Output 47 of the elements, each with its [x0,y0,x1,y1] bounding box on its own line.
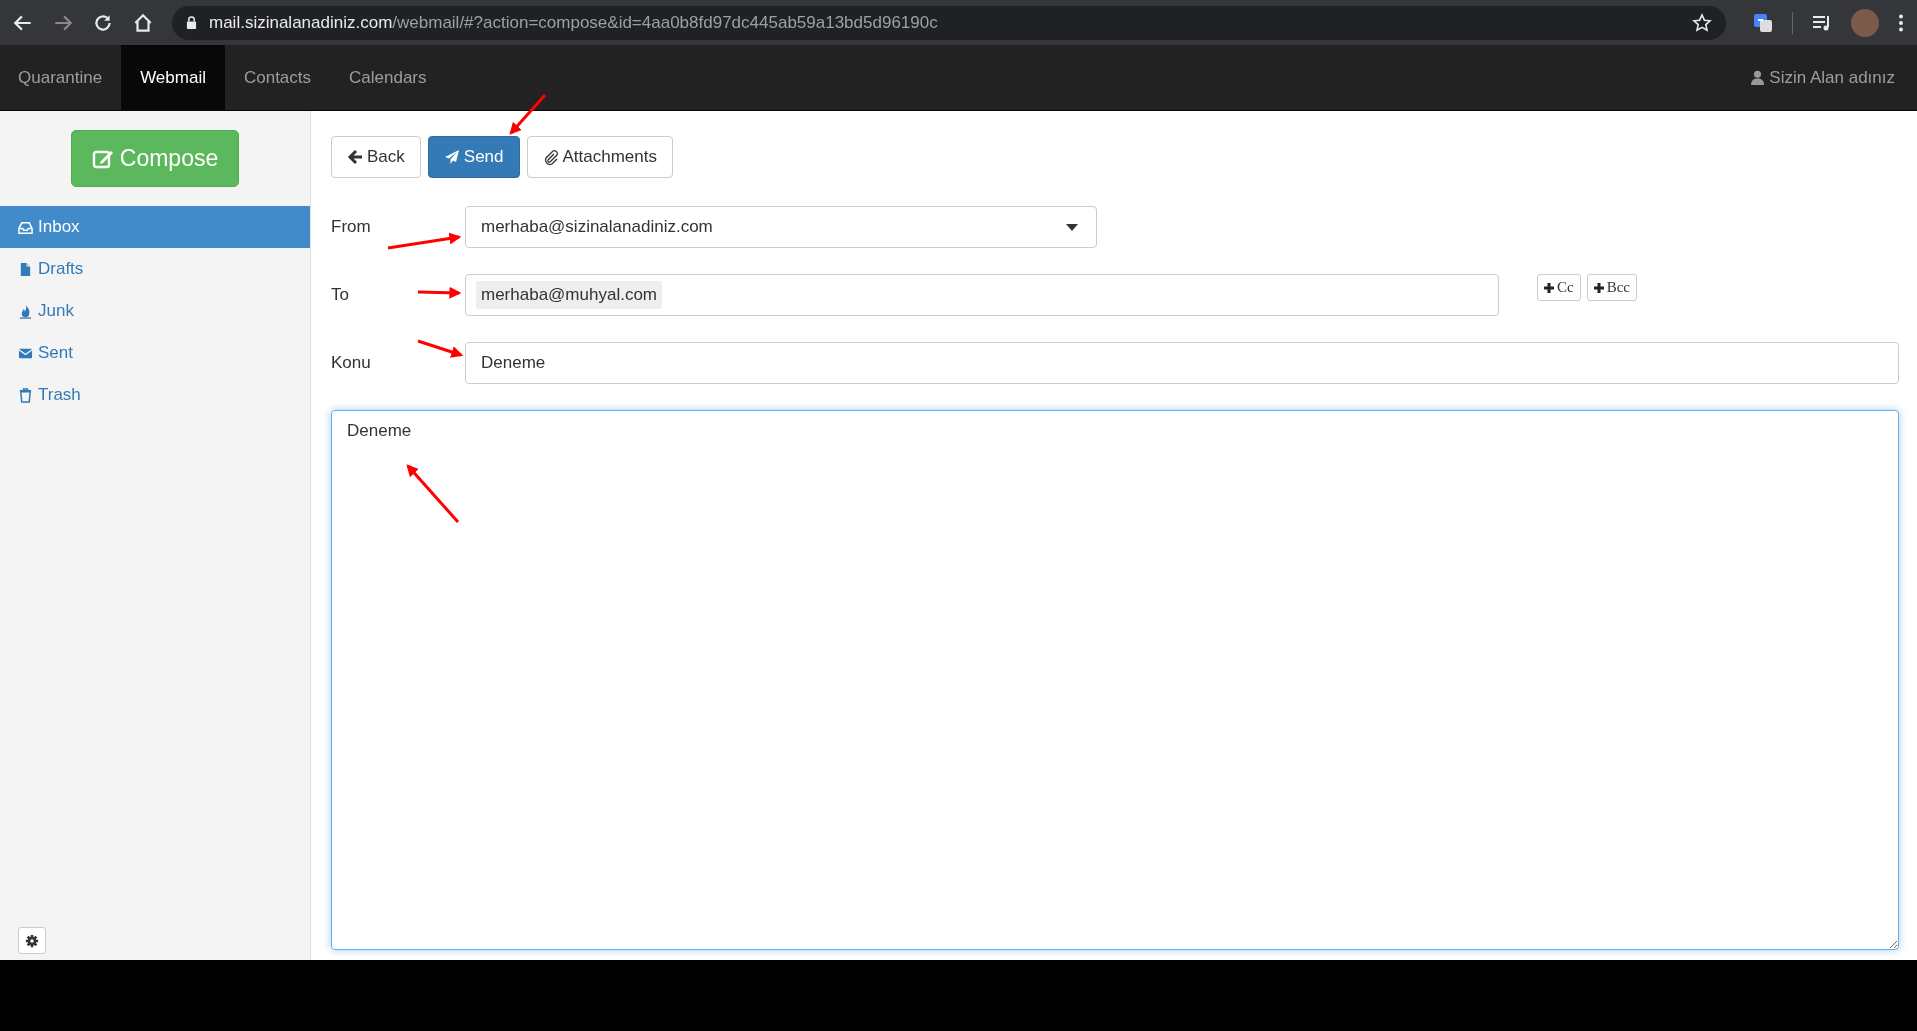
user-menu[interactable]: Sizin Alan adınız [1751,45,1917,110]
annotation-arrow [509,94,547,135]
plus-icon [1593,282,1604,293]
add-recipient-button[interactable]: Bcc [1586,274,1637,301]
url-text: mail.sizinalanadiniz.com/webmail/#?action=compose&id=4aa0b8fd97dc445ab59a13bd5d96190c [209,12,939,33]
from-select[interactable]: merhaba@sizinalanadiniz.com [465,206,1097,248]
folder-item[interactable]: Inbox [0,206,310,248]
trash-icon [18,387,33,403]
star-icon[interactable] [1692,12,1712,33]
message-body-field[interactable]: Deneme [331,410,1899,950]
add-recipient-button[interactable]: Cc [1537,274,1581,301]
inbox-tray-icon [18,219,33,235]
home-icon[interactable] [132,11,154,34]
from-label: From [331,217,371,237]
folder-item[interactable]: Junk [0,290,310,332]
settings-icon [25,933,39,948]
folder-item[interactable]: Sent [0,332,310,374]
fire-icon [18,303,33,319]
file-icon [18,261,33,277]
user-icon [1751,70,1765,85]
to-field[interactable]: merhaba@muhyal.com [465,274,1499,316]
annotation-arrow [417,339,464,358]
caret-icon [1066,223,1078,231]
annotation-arrow [417,286,462,299]
paperclip-icon [542,149,559,165]
nav-tab[interactable]: Contacts [224,45,331,110]
plus-icon [1544,282,1554,293]
nav-tab[interactable]: Webmail [121,45,225,110]
nav-tab[interactable]: Quarantine [0,45,122,110]
recipient-tag[interactable]: merhaba@muhyal.com [476,281,662,309]
translate-icon[interactable] [1752,11,1774,34]
paper-plane-icon [443,149,460,165]
nav-tab[interactable]: Calendars [330,45,446,110]
subject-field[interactable]: Deneme [465,342,1899,384]
folder-item[interactable]: Trash [0,374,310,416]
attach-button[interactable]: Attachments [526,136,673,178]
subject-label: Konu [331,353,371,373]
folder-item[interactable]: Drafts [0,248,310,290]
address-bar[interactable]: mail.sizinalanadiniz.com/webmail/#?action=compose&id=4aa0b8fd97dc445ab59a13bd5d96190c [172,5,1726,40]
annotation-arrow [406,464,460,523]
user-name: Sizin Alan adınız [1769,67,1895,88]
lock-icon [186,16,197,29]
to-label: To [331,285,349,305]
settings-button[interactable] [18,927,46,954]
send-button[interactable]: Send [427,136,520,178]
left-arrow-icon [347,149,363,165]
back-button[interactable]: Back [331,136,421,178]
